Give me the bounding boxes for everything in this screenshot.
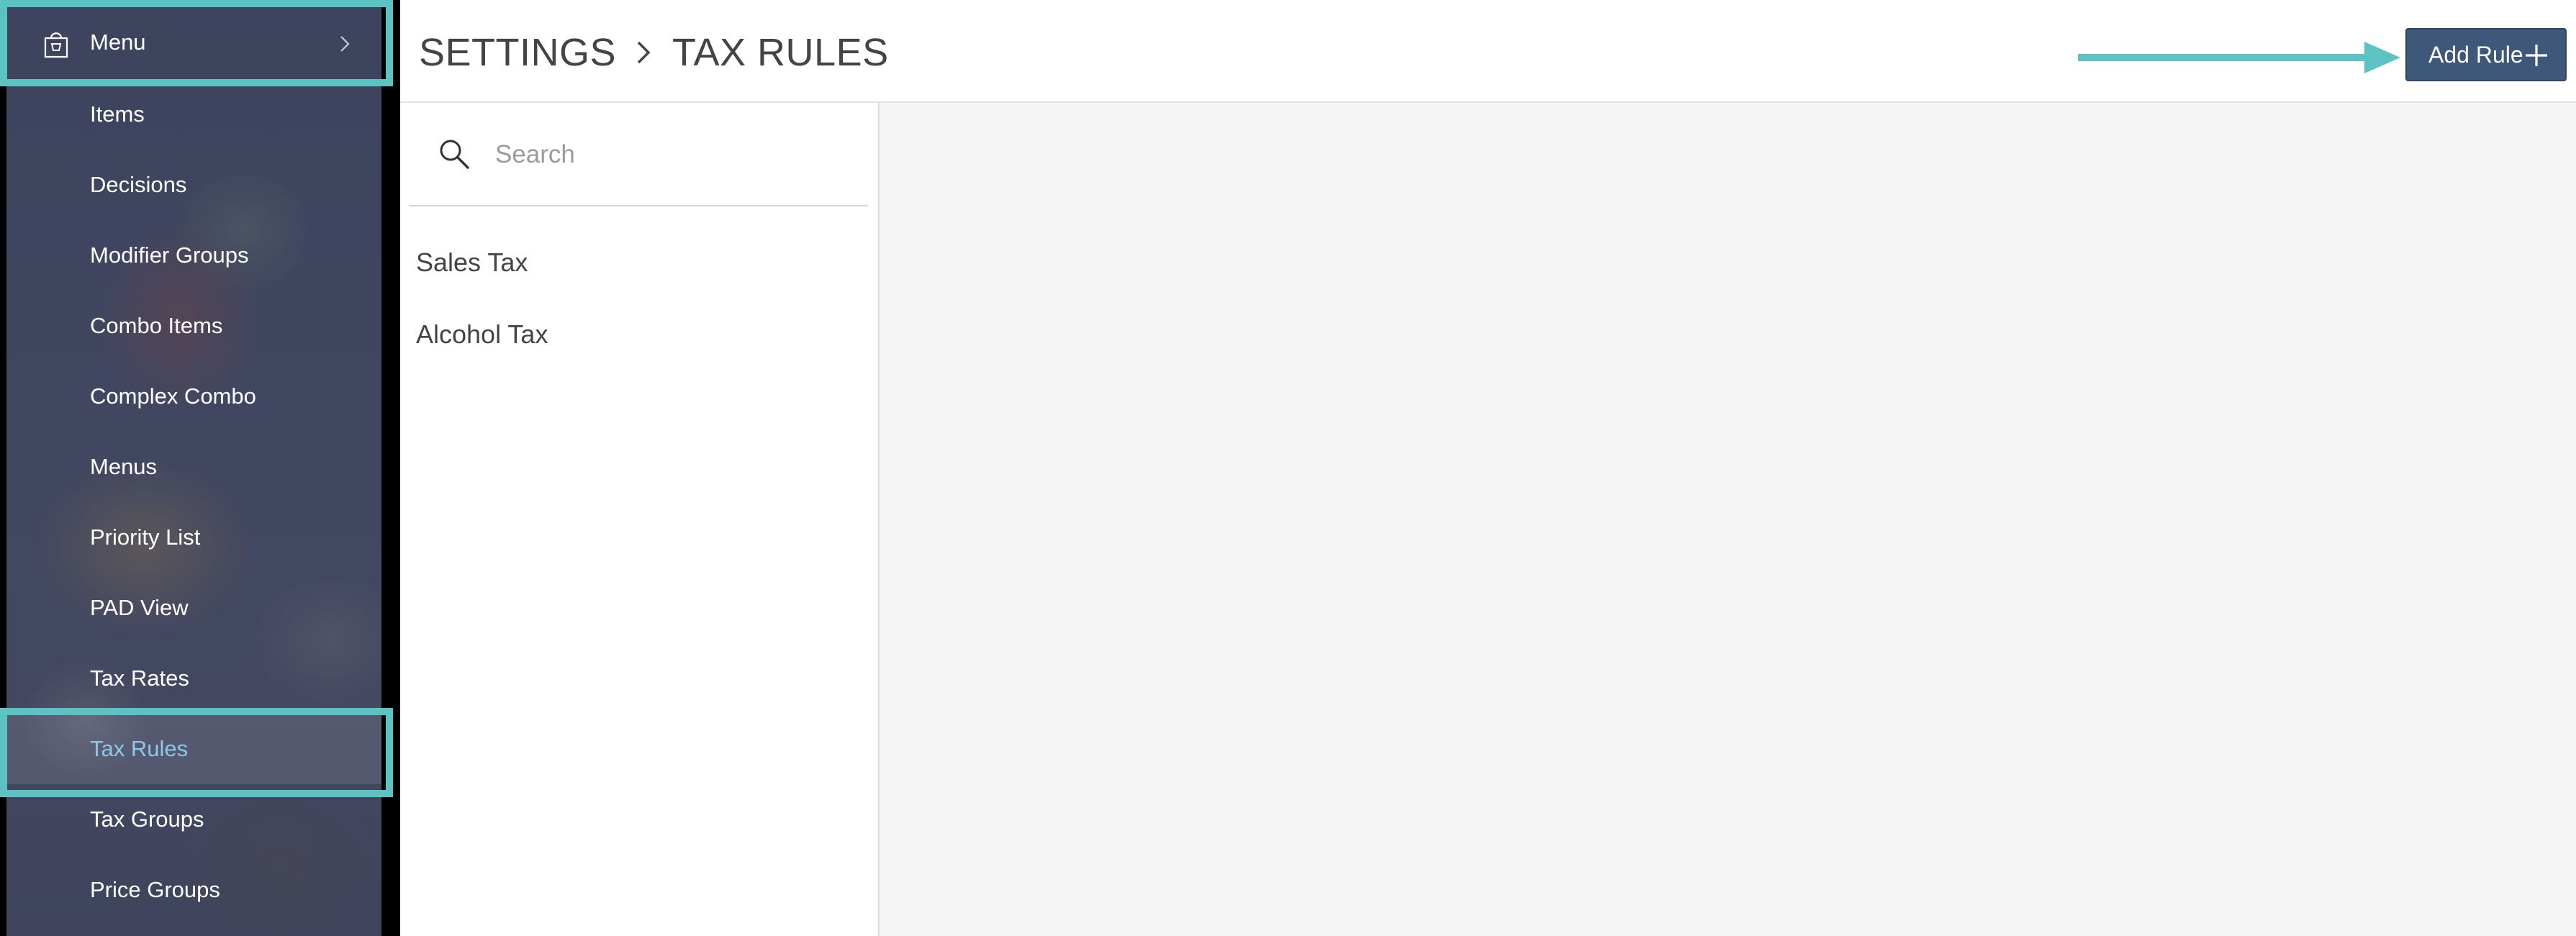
annotation-arrow-icon xyxy=(2078,42,2400,73)
sidebar-item-items[interactable]: Items xyxy=(6,79,381,150)
breadcrumb-settings[interactable]: SETTINGS xyxy=(419,30,616,75)
list-item-sales-tax[interactable]: Sales Tax xyxy=(416,234,862,291)
shopping-bag-icon xyxy=(44,32,68,58)
sidebar-item-price-groups[interactable]: Price Groups xyxy=(6,855,381,925)
sidebar-item-priority-list[interactable]: Priority List xyxy=(6,502,381,573)
sidebar-item-modifier-groups[interactable]: Modifier Groups xyxy=(6,220,381,291)
sidebar-item-menus[interactable]: Menus xyxy=(6,432,381,502)
sidebar-item-pad-view[interactable]: PAD View xyxy=(6,573,381,643)
sidebar-item-complex-combo[interactable]: Complex Combo xyxy=(6,361,381,432)
menu-header-label: Menu xyxy=(90,29,146,55)
list-item-alcohol-tax[interactable]: Alcohol Tax xyxy=(416,306,862,363)
sidebar-item-tax-rules[interactable]: Tax Rules xyxy=(6,714,381,784)
search-input[interactable] xyxy=(495,132,848,178)
sidebar-item-decisions[interactable]: Decisions xyxy=(6,150,381,220)
sidebar: Menu Items Decisions Modifier Groups Com… xyxy=(0,0,400,936)
sidebar-item-combo-items[interactable]: Combo Items xyxy=(6,291,381,361)
breadcrumb-tax-rules: TAX RULES xyxy=(672,31,889,74)
rules-list-panel: Sales Tax Alcohol Tax xyxy=(400,103,880,936)
chevron-right-icon xyxy=(637,41,651,64)
plus-icon xyxy=(2526,45,2547,66)
search-bar xyxy=(409,103,868,206)
add-rule-button[interactable]: Add Rule xyxy=(2405,28,2567,81)
menu-header[interactable]: Menu xyxy=(6,6,381,79)
chevron-right-icon xyxy=(340,36,350,52)
rule-detail-panel xyxy=(880,103,2576,936)
search-icon xyxy=(440,140,469,169)
add-rule-label: Add Rule xyxy=(2428,41,2523,68)
sidebar-item-tax-rates[interactable]: Tax Rates xyxy=(6,643,381,714)
sidebar-item-tax-groups[interactable]: Tax Groups xyxy=(6,784,381,855)
breadcrumb: SETTINGS TAX RULES xyxy=(419,27,889,78)
